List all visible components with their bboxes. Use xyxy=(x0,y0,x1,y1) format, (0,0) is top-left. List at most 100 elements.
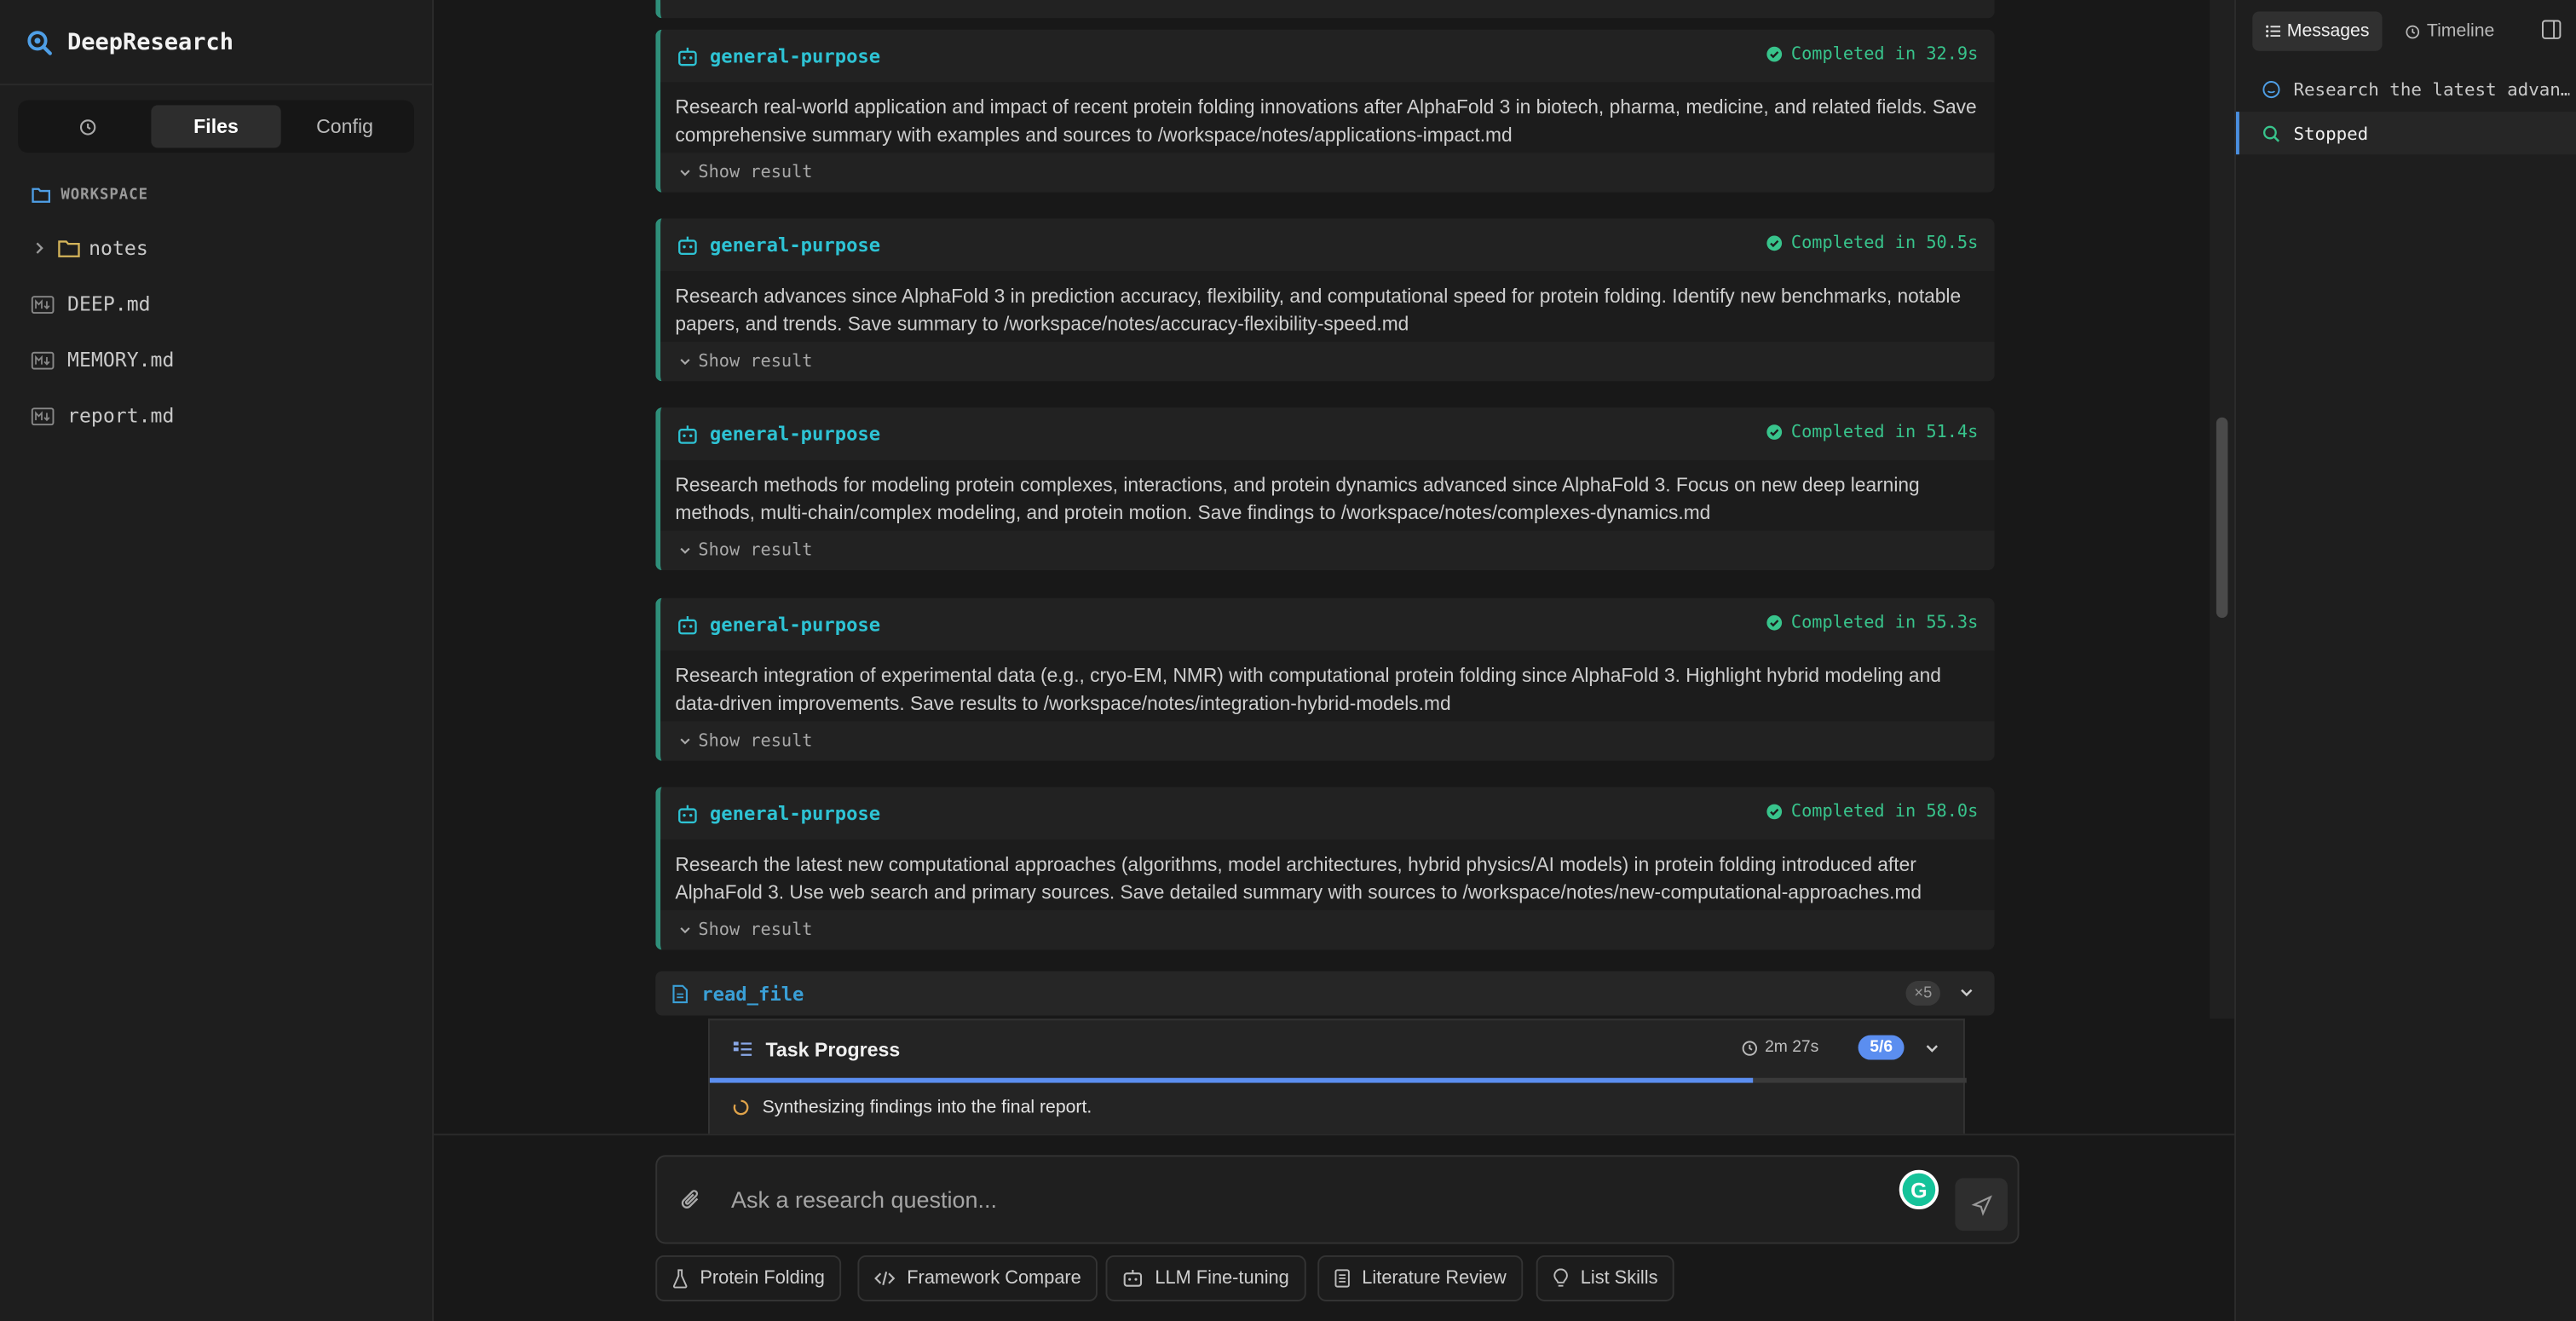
chevron-down-icon xyxy=(1961,989,1973,997)
robot-icon xyxy=(678,804,697,823)
file-memory-md[interactable]: MEMORY.md xyxy=(31,343,175,377)
elapsed-time: 2m 27s xyxy=(1742,1038,1818,1057)
composer: G xyxy=(655,1155,2020,1244)
task-description: Research integration of experimental dat… xyxy=(660,650,1995,722)
file-report-md[interactable]: report.md xyxy=(31,400,175,433)
message-text: Research the latest advan… xyxy=(2293,78,2570,100)
step-count-badge: 5/6 xyxy=(1858,1035,1905,1060)
suggestion-llm-fine-tuning[interactable]: LLM Fine-tuning xyxy=(1105,1255,1306,1301)
message-item[interactable]: Stopped xyxy=(2236,112,2576,155)
search-logo-icon xyxy=(27,30,52,55)
folder-notes[interactable]: notes xyxy=(32,232,148,265)
brand: DeepResearch xyxy=(0,0,433,86)
tab-messages[interactable]: Messages xyxy=(2252,11,2383,51)
file-name: report.md xyxy=(67,404,175,428)
right-panel: Messages Timeline Research the latest ad… xyxy=(2234,0,2576,1321)
tab-config[interactable]: Config xyxy=(280,105,409,147)
agent-name: general-purpose xyxy=(709,233,881,257)
sidebar-tabs: Files Config xyxy=(18,100,414,153)
tab-files[interactable]: Files xyxy=(152,105,281,148)
check-circle-icon xyxy=(1766,46,1783,62)
read-file-tool-call[interactable]: read_file ×5 xyxy=(655,971,1995,1016)
paperclip-icon[interactable] xyxy=(680,1186,703,1213)
chip-label: Literature Review xyxy=(1362,1268,1507,1289)
tab-history[interactable] xyxy=(23,105,152,147)
show-result-label: Show result xyxy=(698,540,813,561)
markdown-file-icon xyxy=(31,407,55,425)
tab-label: Timeline xyxy=(2426,21,2495,42)
message-item[interactable]: Research the latest advan… xyxy=(2236,67,2576,110)
user-circle-icon xyxy=(2262,80,2280,98)
right-panel-tabs: Messages Timeline xyxy=(2252,11,2517,51)
chevron-down-icon xyxy=(680,927,690,934)
status-badge: Completed in 51.4s xyxy=(1766,422,1978,442)
send-icon xyxy=(1970,1194,1991,1215)
robot-icon xyxy=(678,615,697,634)
grammarly-icon[interactable]: G xyxy=(1899,1169,1939,1210)
spinner-icon xyxy=(733,1099,749,1116)
clock-icon xyxy=(1743,1040,1758,1055)
check-circle-icon xyxy=(1766,424,1783,440)
chevron-down-icon xyxy=(1926,1045,1938,1053)
file-name: MEMORY.md xyxy=(67,348,175,372)
file-name: DEEP.md xyxy=(67,292,151,316)
check-circle-icon xyxy=(1766,804,1783,820)
agent-name: general-purpose xyxy=(709,44,881,68)
subagent-card: general-purpose Completed in 50.5s Resea… xyxy=(655,218,1995,382)
show-result-label: Show result xyxy=(698,920,813,940)
markdown-file-icon xyxy=(31,350,55,369)
chip-label: LLM Fine-tuning xyxy=(1155,1268,1289,1289)
robot-icon xyxy=(1123,1269,1143,1287)
sidebar-toggle-icon[interactable] xyxy=(2542,20,2562,39)
card-header: general-purpose Completed in 55.3s xyxy=(660,598,1995,651)
task-description: Research methods for modeling protein co… xyxy=(660,459,1995,531)
check-circle-icon xyxy=(1766,614,1783,631)
chip-label: List Skills xyxy=(1580,1268,1658,1289)
show-result-toggle[interactable]: Show result xyxy=(660,721,1995,761)
code-icon xyxy=(874,1272,896,1285)
chevron-down-icon xyxy=(680,547,690,554)
lightbulb-icon xyxy=(1553,1268,1568,1287)
chat-scrollbar[interactable] xyxy=(2210,0,2235,1019)
chevron-down-icon xyxy=(680,170,690,176)
show-result-toggle[interactable]: Show result xyxy=(660,530,1995,571)
tab-timeline[interactable]: Timeline xyxy=(2392,11,2507,50)
tool-name: read_file xyxy=(701,981,804,1005)
send-button[interactable] xyxy=(1955,1178,2008,1232)
show-result-label: Show result xyxy=(698,730,813,752)
card-header: general-purpose Completed in 50.5s xyxy=(660,218,1995,271)
subagent-card: general-purpose Completed in 32.9s Resea… xyxy=(655,29,1995,193)
file-deep-md[interactable]: DEEP.md xyxy=(31,287,151,320)
markdown-file-icon xyxy=(31,295,55,314)
task-progress-panel: Task Progress 2m 27s 5/6 Synthesizing fi… xyxy=(707,1018,1967,1134)
agent-name: general-purpose xyxy=(709,422,881,446)
robot-icon xyxy=(678,235,697,255)
subagent-card: general-purpose Completed in 55.3s Resea… xyxy=(655,597,1995,761)
current-step: Synthesizing findings into the final rep… xyxy=(733,1098,1092,1117)
chip-label: Framework Compare xyxy=(907,1268,1081,1289)
suggestion-framework-compare[interactable]: Framework Compare xyxy=(857,1255,1098,1301)
suggestion-list-skills[interactable]: List Skills xyxy=(1536,1255,1674,1301)
chevron-right-icon xyxy=(36,242,43,254)
status-text: Completed in 55.3s xyxy=(1790,613,1979,633)
status-text: Completed in 58.0s xyxy=(1790,801,1979,822)
status-text: Completed in 50.5s xyxy=(1790,233,1979,253)
list-icon xyxy=(2266,25,2281,37)
task-description: Research advances since AlphaFold 3 in p… xyxy=(660,271,1995,343)
task-progress-header[interactable]: Task Progress 2m 27s 5/6 xyxy=(710,1020,1963,1077)
subagent-card: general-purpose Completed in 51.4s Resea… xyxy=(655,407,1995,571)
scrollbar-thumb[interactable] xyxy=(2216,417,2228,618)
show-result-toggle[interactable]: Show result xyxy=(660,910,1995,950)
show-result-toggle[interactable]: Show result xyxy=(660,342,1995,382)
status-text: Completed in 32.9s xyxy=(1790,44,1979,65)
suggestion-protein-folding[interactable]: Protein Folding xyxy=(655,1255,842,1301)
history-icon xyxy=(79,118,95,135)
previous-card-tail xyxy=(655,0,1995,19)
status-badge: Completed in 55.3s xyxy=(1766,613,1978,632)
app-name: DeepResearch xyxy=(67,28,234,55)
task-progress-title: Task Progress xyxy=(765,1037,901,1061)
suggestion-literature-review[interactable]: Literature Review xyxy=(1317,1255,1524,1301)
show-result-toggle[interactable]: Show result xyxy=(660,153,1995,193)
research-question-input[interactable] xyxy=(730,1183,1882,1216)
folder-icon xyxy=(58,240,80,257)
